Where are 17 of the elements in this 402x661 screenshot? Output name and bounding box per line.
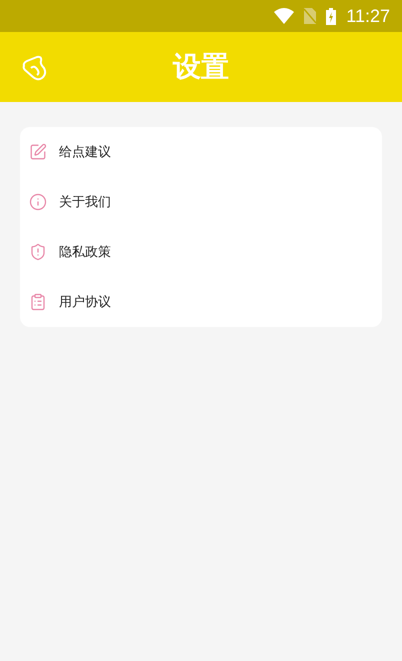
menu-item[interactable]: 给点建议 [20,127,382,177]
menu-item[interactable]: 关于我们 [20,177,382,227]
menu-label: 用户协议 [59,294,111,311]
shield-icon [29,243,47,261]
menu-label: 给点建议 [59,144,111,161]
menu-label: 隐私政策 [59,244,111,261]
no-sim-icon [304,8,316,24]
clipboard-icon [29,293,47,311]
page-title: 设置 [173,49,229,85]
battery-icon [326,8,336,24]
menu-item[interactable]: 隐私政策 [20,227,382,277]
menu-item[interactable]: 用户协议 [20,277,382,327]
menu-label: 关于我们 [59,194,111,211]
status-time: 11:27 [346,6,390,26]
info-icon [29,193,47,211]
edit-icon [29,143,47,161]
wifi-icon [274,8,294,24]
